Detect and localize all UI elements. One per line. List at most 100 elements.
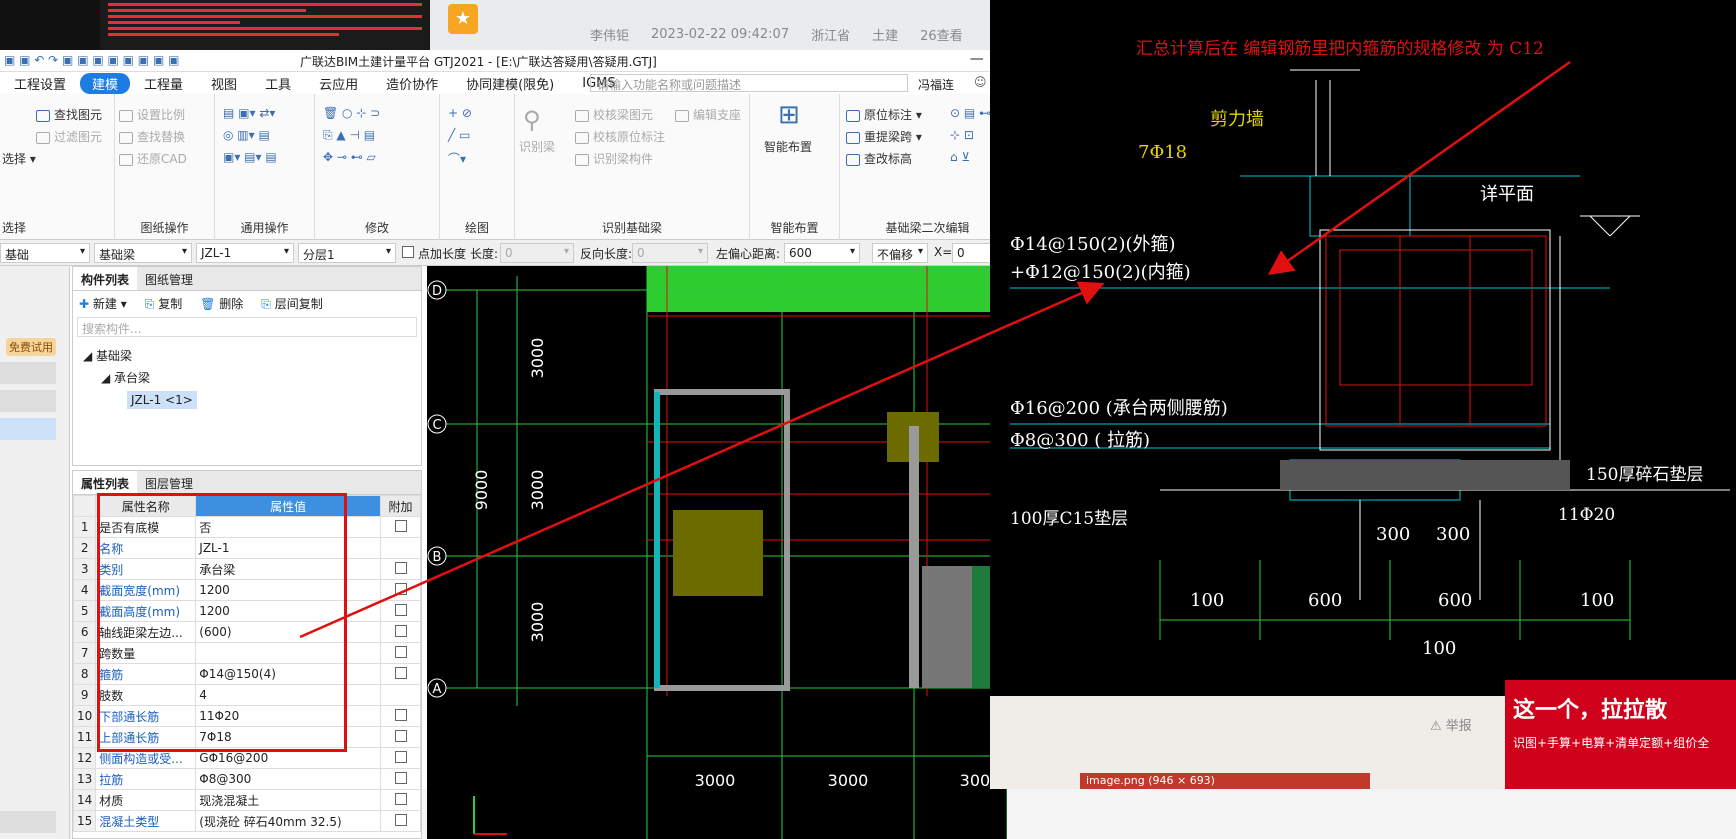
in-place-annotation-button[interactable]: 原位标注 ▾ bbox=[846, 106, 922, 123]
cad-top-bar: 7Φ18 bbox=[1138, 142, 1187, 163]
set-scale-button[interactable]: 设置比例 bbox=[119, 106, 185, 123]
attach-checkbox[interactable] bbox=[394, 624, 407, 637]
user-name[interactable]: 冯福连 bbox=[918, 76, 954, 93]
attach-checkbox[interactable] bbox=[394, 750, 407, 763]
no-offset-select[interactable]: 不偏移 bbox=[872, 243, 928, 263]
modify-tools-icons-row3[interactable]: ✥ ⊸ ⊷ ▱ bbox=[323, 150, 376, 164]
menu-tools[interactable]: 工具 bbox=[251, 74, 305, 93]
attach-checkbox[interactable] bbox=[394, 561, 407, 574]
minimize-icon[interactable]: — bbox=[970, 51, 984, 67]
component-search-input[interactable]: 搜索构件... bbox=[77, 317, 417, 337]
common-tools-icons-row2[interactable]: ◎ ▥▾ ▤ bbox=[223, 128, 270, 142]
menu-cloud[interactable]: 云应用 bbox=[305, 74, 372, 93]
attach-checkbox[interactable] bbox=[394, 708, 407, 721]
drawing-canvas[interactable]: D C B A 3000 3000 3000 9000 3000 3000 30… bbox=[427, 266, 1007, 839]
attach-checkbox[interactable] bbox=[394, 729, 407, 742]
length-input[interactable]: 0 bbox=[500, 243, 574, 263]
attach-checkbox[interactable] bbox=[394, 645, 407, 658]
layer-select[interactable]: 分层1 bbox=[298, 243, 396, 263]
star-icon[interactable]: ★ bbox=[448, 4, 478, 34]
modify-tools-icons-row2[interactable]: ⎘ ▲ ⊣ ▤ bbox=[323, 128, 375, 143]
smart-layout-icon[interactable]: ⊞ bbox=[778, 100, 800, 130]
nav-item[interactable] bbox=[0, 390, 56, 412]
smart-layout-button[interactable]: 智能布置 bbox=[764, 138, 812, 155]
floor-select[interactable]: 基础 bbox=[0, 243, 90, 263]
component-select[interactable]: JZL-1 bbox=[196, 243, 294, 263]
attach-checkbox[interactable] bbox=[394, 666, 407, 679]
report-link[interactable]: ⚠ 举报 bbox=[1430, 715, 1472, 734]
attach-checkbox[interactable] bbox=[394, 519, 407, 532]
re-extract-span-button[interactable]: 重提梁跨 ▾ bbox=[846, 128, 922, 145]
tab-drawing-management[interactable]: 图纸管理 bbox=[137, 267, 201, 290]
title-bar: ▣ ▣ ↶ ↷ ▣ ▣ ▣ ▣ ▣ ▣ ▣ ▣ 广联达BIM土建计量平台 GTJ… bbox=[0, 50, 1080, 72]
type-select[interactable]: 基础梁 bbox=[94, 243, 192, 263]
menu-project-settings[interactable]: 工程设置 bbox=[0, 74, 80, 93]
menu-collab-modeling[interactable]: 协同建模(限免) bbox=[452, 74, 568, 93]
menu-modeling[interactable]: 建模 bbox=[80, 72, 131, 94]
select-button[interactable]: 选择 ▾ bbox=[2, 150, 36, 167]
draw-arc-icon[interactable]: ⌒▾ bbox=[448, 150, 466, 167]
tree-node-foundation-beam[interactable]: ◢ 基础梁 bbox=[83, 345, 421, 367]
common-tools-icons[interactable]: ▤ ▣▾ ⇄▾ bbox=[223, 106, 275, 120]
background-thumbnail bbox=[100, 0, 430, 50]
new-button[interactable]: ✚ 新建 ▾ bbox=[79, 295, 127, 312]
ribbon-group-title: 修改 bbox=[364, 221, 389, 235]
post-author[interactable]: 李伟钜 bbox=[590, 25, 629, 44]
table-row[interactable]: 14 材质 现浇混凝土 bbox=[72, 789, 421, 811]
secondary-edit-icons-row2[interactable]: ⊹ ⊡ bbox=[950, 128, 974, 142]
menu-cost-collab[interactable]: 造价协作 bbox=[372, 74, 452, 93]
secondary-edit-icons-row3[interactable]: ⌂ ⊻ bbox=[950, 150, 970, 164]
copy-button[interactable]: ⎘ 复制 bbox=[145, 295, 182, 312]
delete-button[interactable]: 🗑 删除 bbox=[200, 295, 243, 312]
draw-line-icon[interactable]: ╱ ▭ bbox=[448, 128, 470, 142]
menu-quantities[interactable]: 工程量 bbox=[130, 74, 197, 93]
nav-item[interactable] bbox=[0, 362, 56, 384]
quick-access-icons[interactable]: ▣ ▣ ↶ ↷ ▣ ▣ ▣ ▣ ▣ ▣ ▣ ▣ bbox=[4, 53, 179, 67]
image-thumbnail-caption[interactable]: image.png (946 × 693) bbox=[1080, 773, 1370, 789]
tree-node-cap-beam[interactable]: ◢ 承台梁 bbox=[83, 367, 421, 389]
cad-bottom-dim-2: 600 bbox=[1308, 590, 1342, 611]
point-length-checkbox[interactable] bbox=[402, 246, 414, 261]
axis-bubbles bbox=[427, 280, 447, 698]
attach-checkbox[interactable] bbox=[394, 582, 407, 595]
check-annotation-button[interactable]: 校核原位标注 bbox=[575, 128, 665, 145]
table-row[interactable]: 15 混凝土类型 (现浇砼 碎石40mm 32.5) bbox=[72, 810, 421, 832]
recognize-beam-icon[interactable]: ⚲ bbox=[523, 106, 541, 134]
reverse-length-input[interactable]: 0 bbox=[632, 243, 708, 263]
free-trial-badge[interactable]: 免费试用 bbox=[6, 338, 56, 356]
pile-block bbox=[673, 510, 763, 596]
find-element-button[interactable]: 查找图元 bbox=[36, 106, 102, 123]
edit-support-button[interactable]: 编辑支座 bbox=[675, 106, 741, 123]
floor-copy-button[interactable]: ⎘ 层间复制 bbox=[261, 295, 322, 312]
check-beam-button[interactable]: 校核梁图元 bbox=[575, 106, 653, 123]
modify-tools-icons[interactable]: 🗑 ○ ⊹ ⊃ bbox=[323, 106, 380, 120]
tab-property-list[interactable]: 属性列表 bbox=[73, 471, 138, 494]
restore-cad-button[interactable]: 还原CAD bbox=[119, 150, 187, 167]
common-tools-icons-row3[interactable]: ▣▾ ▤▾ ▤ bbox=[223, 150, 277, 164]
tab-component-list[interactable]: 构件列表 bbox=[73, 267, 138, 290]
delete-icon: 🗑 bbox=[200, 296, 216, 311]
offset-input[interactable]: 600 bbox=[784, 243, 860, 263]
tab-layer-management[interactable]: 图层管理 bbox=[137, 471, 201, 494]
nav-item[interactable] bbox=[0, 811, 56, 833]
nav-item-active[interactable] bbox=[0, 418, 56, 440]
recognize-beam-button[interactable]: 识别梁 bbox=[519, 138, 555, 155]
attach-checkbox[interactable] bbox=[394, 771, 407, 784]
find-replace-button[interactable]: 查找替换 bbox=[119, 128, 185, 145]
change-elevation-button[interactable]: 查改标高 bbox=[846, 150, 912, 167]
promo-banner[interactable]: 这一个，拉拉散 识图+手算+电算+清单定额+组价全 bbox=[1505, 680, 1736, 789]
menu-view[interactable]: 视图 bbox=[197, 74, 251, 93]
recognize-component-button[interactable]: 识别梁构件 bbox=[575, 150, 653, 167]
ribbon-group-secondary-edit: 原位标注 ▾ 重提梁跨 ▾ 查改标高 ⊙ ▤ ⊷▾ ⊹ ⊡ ⌂ ⊻ 基础梁二次编… bbox=[840, 94, 1015, 240]
attach-checkbox[interactable] bbox=[394, 792, 407, 805]
table-row[interactable]: 13 拉筋 Φ8@300 bbox=[72, 768, 421, 790]
function-search-input[interactable]: 请输入功能名称或问题描述 bbox=[590, 74, 908, 92]
filter-element-button[interactable]: 过滤图元 bbox=[36, 128, 102, 145]
attach-checkbox[interactable] bbox=[394, 813, 407, 826]
attach-checkbox[interactable] bbox=[394, 603, 407, 616]
cad-drawing: 剪力墙 7Φ18 详平面 Φ14@150(2)(外箍) +Φ12@150(2)(… bbox=[1010, 69, 1730, 659]
tree-node-jzl-1[interactable]: JZL-1 <1> bbox=[127, 391, 197, 409]
post-datetime: 2023-02-22 09:42:07 bbox=[651, 26, 790, 42]
draw-tools-icons[interactable]: + ⊘ bbox=[448, 106, 472, 120]
cad-stirrup-inner: +Φ12@150(2)(内箍) bbox=[1010, 262, 1191, 283]
